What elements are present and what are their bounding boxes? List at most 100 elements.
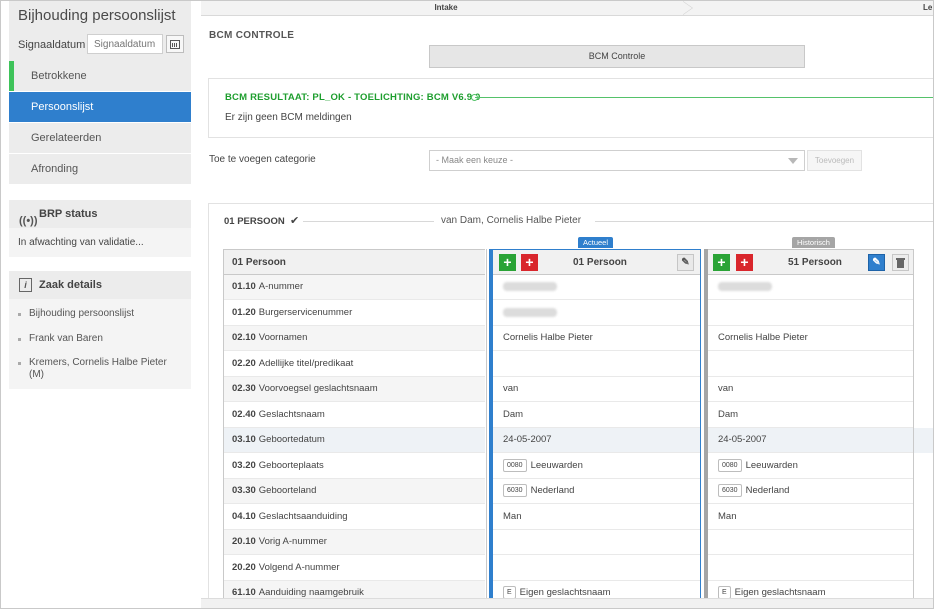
table-row-label: 03.10 Geboortedatum	[224, 428, 485, 453]
cell-value: Man	[503, 511, 522, 522]
historisch-cell[interactable]: van	[708, 377, 913, 402]
redacted-value	[503, 281, 557, 291]
row-code: 01.20	[232, 307, 256, 318]
historisch-cell[interactable]	[708, 275, 913, 300]
divider	[303, 221, 434, 222]
signaaldatum-input[interactable]	[87, 34, 163, 54]
zaak-item-text: Kremers, Cornelis Halbe Pieter	[29, 357, 167, 368]
calendar-icon[interactable]	[166, 35, 184, 53]
category-select-value: - Maak een keuze -	[436, 155, 514, 165]
table-row-label: 03.20 Geboorteplaats	[224, 454, 485, 479]
nav-item-betrokkene[interactable]: Betrokkene	[9, 61, 191, 91]
main-content: Intake Le BCM CONTROLE BCM Controle BCM …	[201, 1, 933, 608]
historisch-cell[interactable]	[708, 301, 913, 326]
historisch-title: 51 Persoon	[788, 257, 842, 268]
info-icon: i	[19, 278, 32, 292]
historisch-cell[interactable]: 0080 Leeuwarden	[708, 454, 913, 479]
pencil-icon[interactable]: ✎	[868, 254, 885, 271]
bcm-controle-button[interactable]: BCM Controle	[429, 45, 805, 68]
remove-icon[interactable]: +	[521, 254, 538, 271]
cell-value: van	[718, 383, 734, 394]
cell-value: Dam	[503, 409, 524, 420]
historisch-cell[interactable]	[708, 556, 913, 581]
row-code: 03.20	[232, 460, 256, 471]
row-label: Volgend A-nummer	[258, 562, 340, 573]
table-row-label: 02.30 Voorvoegsel geslachtsnaam	[224, 377, 485, 402]
historisch-cell[interactable]: 24-05-2007	[708, 428, 913, 453]
nav-item-gerelateerden[interactable]: Gerelateerden	[9, 123, 191, 153]
row-code: 04.10	[232, 511, 256, 522]
cell-value: Cornelis Halbe Pieter	[503, 332, 593, 343]
label-column-header: 01 Persoon	[224, 249, 485, 275]
cell-value: Leeuwarden	[530, 460, 583, 471]
actueel-cell[interactable]	[493, 530, 700, 555]
row-code: 01.10	[232, 281, 256, 292]
row-code: 02.30	[232, 383, 256, 394]
actueel-cell[interactable]	[493, 275, 700, 300]
row-code: 02.10	[232, 332, 256, 343]
table-row-label: 20.20 Volgend A-nummer	[224, 556, 485, 581]
historisch-cell[interactable]	[708, 352, 913, 377]
cell-value: van	[503, 383, 519, 394]
row-label: Vorig A-nummer	[258, 536, 327, 547]
nav-item-afronding[interactable]: Afronding	[9, 154, 191, 184]
bullet-icon	[18, 362, 21, 365]
cell-value: Eigen geslachtsnaam	[734, 587, 826, 598]
zaak-item-text: Bijhouding persoonslijst	[29, 308, 135, 319]
historisch-cell[interactable]: Dam	[708, 403, 913, 428]
nav-item-persoonslijst[interactable]: Persoonslijst	[9, 92, 191, 122]
add-icon[interactable]: +	[499, 254, 516, 271]
actueel-title: 01 Persoon	[573, 257, 627, 268]
step-next[interactable]: Le	[923, 1, 932, 15]
cell-value: Man	[718, 511, 737, 522]
actueel-cell[interactable]	[493, 556, 700, 581]
horizontal-scrollbar[interactable]	[201, 598, 933, 608]
zaak-item-text: Frank van Baren	[29, 333, 103, 344]
cell-value: Nederland	[745, 485, 790, 496]
zaak-item-text: (M)	[29, 369, 44, 380]
remove-icon[interactable]: +	[736, 254, 753, 271]
category-select[interactable]: - Maak een keuze -	[429, 150, 805, 171]
actueel-cell[interactable]: van	[493, 377, 700, 402]
bcm-result-panel: BCM RESULTAAT: PL_OK - TOELICHTING: BCM …	[208, 78, 933, 138]
redacted-value	[718, 281, 772, 291]
row-code: 20.10	[232, 536, 256, 547]
add-icon[interactable]: +	[713, 254, 730, 271]
row-label: Geslachtsnaam	[258, 409, 325, 420]
bcm-result-text: Er zijn geen BCM meldingen	[225, 112, 352, 123]
cell-value: Leeuwarden	[745, 460, 798, 471]
category-label: Toe te voegen categorie	[209, 154, 316, 165]
historisch-cell[interactable]: Man	[708, 505, 913, 530]
app-title: Bijhouding persoonslijst	[18, 7, 176, 24]
actueel-cell[interactable]: Man	[493, 505, 700, 530]
row-label: Burgerservicenummer	[258, 307, 353, 318]
check-icon: ✔	[290, 215, 300, 227]
actueel-cell[interactable]: 24-05-2007	[493, 428, 700, 453]
historisch-cell[interactable]: 6030 Nederland	[708, 479, 913, 504]
pencil-icon[interactable]: ✎	[677, 254, 694, 271]
bullet-icon	[18, 338, 21, 341]
sidebar: Bijhouding persoonslijst Signaaldatum Be…	[9, 1, 191, 608]
historisch-column: Historisch + + 51 Persoon ✎ Cornelis Hal…	[704, 237, 914, 606]
actueel-cell[interactable]	[493, 352, 700, 377]
row-label: A-nummer	[258, 281, 304, 292]
table-row-label: 02.20 Adellijke titel/predikaat	[224, 352, 485, 377]
value-code-badge: 6030	[503, 483, 527, 497]
persoon-table: 01 Persoon 01.10 A-nummer 01.20 Burgerservi…	[223, 237, 933, 606]
trash-icon[interactable]	[892, 254, 909, 271]
toevoegen-button[interactable]: Toevoegen	[807, 150, 862, 171]
historisch-cell[interactable]: Cornelis Halbe Pieter	[708, 326, 913, 351]
actueel-cell[interactable]: 0080 Leeuwarden	[493, 454, 700, 479]
row-label: Aanduiding naamgebruik	[258, 587, 364, 598]
row-code: 03.30	[232, 485, 256, 496]
cell-value: 24-05-2007	[718, 434, 767, 445]
step-intake[interactable]: Intake	[201, 1, 691, 15]
actueel-cell[interactable]: Dam	[493, 403, 700, 428]
actueel-cell[interactable]: 6030 Nederland	[493, 479, 700, 504]
table-row-label: 02.10 Voornamen	[224, 326, 485, 351]
row-code: 02.20	[232, 358, 256, 369]
actueel-cell[interactable]: Cornelis Halbe Pieter	[493, 326, 700, 351]
actueel-cell[interactable]	[493, 301, 700, 326]
historisch-cell[interactable]	[708, 530, 913, 555]
cell-value: Eigen geslachtsnaam	[519, 587, 611, 598]
